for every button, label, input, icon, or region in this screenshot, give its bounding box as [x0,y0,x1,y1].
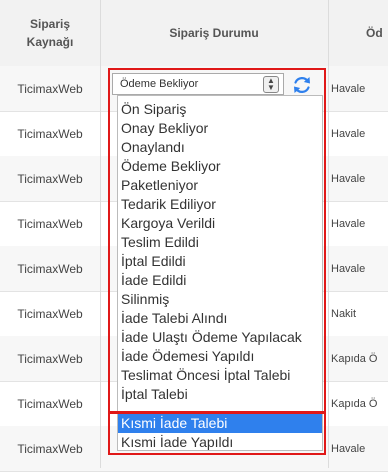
status-option[interactable]: Silinmiş [121,290,169,309]
status-option[interactable]: İade Ulaştı Ödeme Yapılacak [121,328,302,347]
status-option[interactable]: İade Ödemesi Yapıldı [121,347,254,366]
refresh-icon[interactable] [292,75,312,95]
header-status-label: Sipariş Durumu [169,26,259,40]
payment-cell: Havale [331,217,366,230]
status-option[interactable]: Teslimat Öncesi İptal Talebi [121,366,290,385]
payment-cell: Havale [331,442,366,455]
source-cell: TicimaxWeb [17,306,83,321]
status-option[interactable]: Onaylandı [121,138,185,157]
status-option[interactable]: Kargoya Verildi [121,214,215,233]
up-down-arrows-icon: ▲ ▼ [263,76,279,93]
status-option[interactable]: Paketleniyor [121,176,198,195]
column-divider [328,0,329,468]
header-payment-label: Öd [366,26,383,40]
status-option-highlighted[interactable]: Kısmi İade Talebi [118,414,322,433]
column-divider [100,0,101,468]
header-payment: Öd [328,0,388,66]
payment-cell: Havale [331,82,366,95]
payment-cell: Havale [331,172,366,185]
payment-cell: Nakit [331,307,357,320]
payment-column: Havale Havale Havale Havale Havale Nakit… [328,66,388,468]
status-option[interactable]: Kısmi İade Yapıldı [121,433,233,450]
header-source-line1: Sipariş [29,17,71,31]
order-status-selected: Ödeme Bekliyor [120,78,199,90]
payment-cell: Kapıda Ö [331,352,378,365]
source-cell: TicimaxWeb [17,171,83,186]
status-option[interactable]: Ödeme Bekliyor [121,157,221,176]
status-option[interactable]: Ön Sipariş [121,100,186,119]
header-status: Sipariş Durumu [100,0,328,66]
order-status-select[interactable]: Ödeme Bekliyor ▲ ▼ [112,73,284,95]
status-option[interactable]: İptal Edildi [121,252,186,271]
source-cell: TicimaxWeb [17,126,83,141]
source-cell: TicimaxWeb [17,216,83,231]
header-source-line2: Kaynağı [26,35,74,49]
status-option[interactable]: İade Edildi [121,271,186,290]
source-cell: TicimaxWeb [17,81,83,96]
payment-cell: Kapıda Ö [331,397,378,410]
source-cell: TicimaxWeb [17,351,83,366]
source-cell: TicimaxWeb [17,441,83,456]
status-option[interactable]: Onay Bekliyor [121,119,208,138]
source-cell: TicimaxWeb [17,261,83,276]
status-option[interactable]: Tedarik Ediliyor [121,195,216,214]
header-source: Sipariş Kaynağı [0,0,100,66]
status-option[interactable]: Teslim Edildi [121,233,199,252]
status-option[interactable]: İade Talebi Alındı [121,309,227,328]
payment-cell: Havale [331,127,366,140]
status-option[interactable]: İptal Talebi [121,385,188,404]
source-cell: TicimaxWeb [17,396,83,411]
order-status-dropdown: Ön Sipariş Onay Bekliyor Onaylandı Ödeme… [117,95,323,451]
payment-cell: Havale [331,262,366,275]
